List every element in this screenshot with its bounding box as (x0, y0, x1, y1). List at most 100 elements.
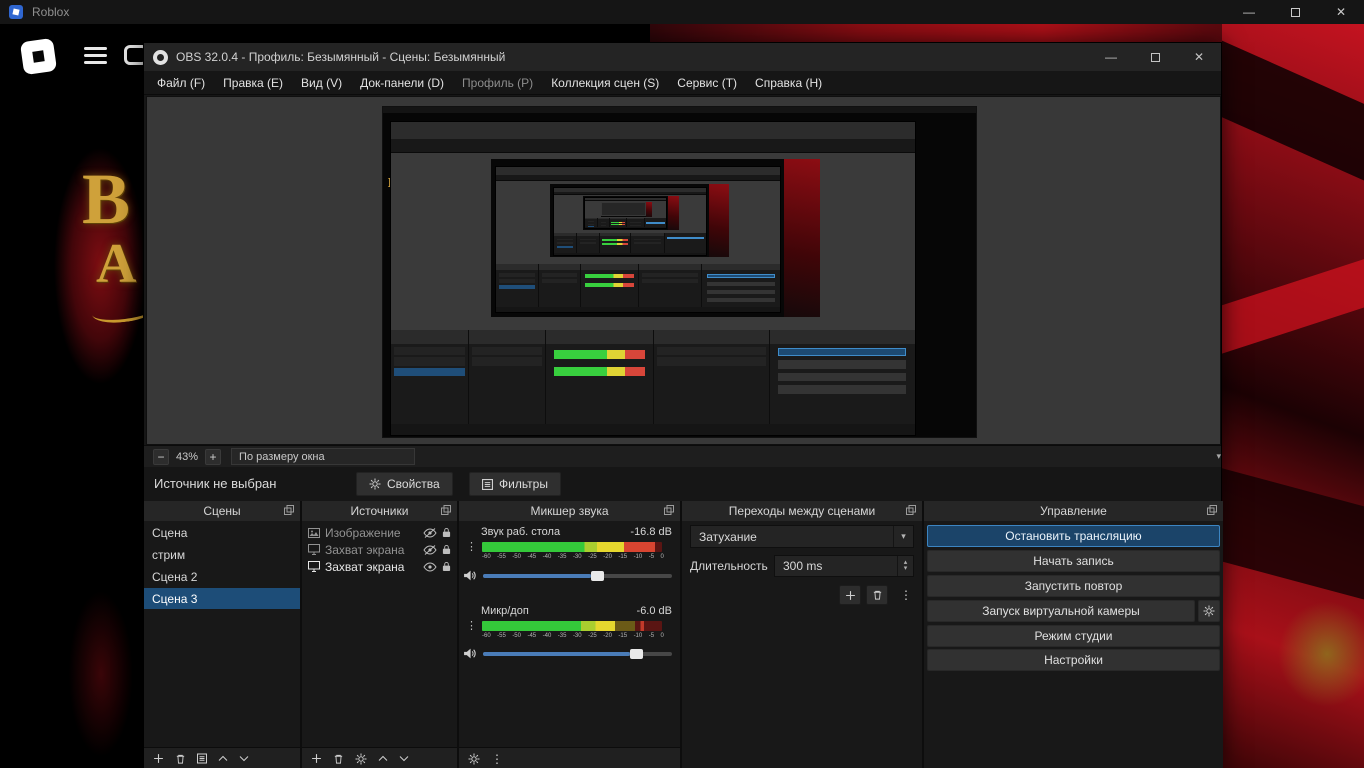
scene-item[interactable]: Сцена 2 (144, 566, 300, 587)
roblox-menu-icon[interactable] (84, 47, 107, 64)
mixer-dock: Микшер звука Звук раб. стола -16.8 dB ⋮ … (459, 501, 680, 768)
transitions-dock-header[interactable]: Переходы между сценами (682, 501, 922, 521)
scenes-dock-header[interactable]: Сцены (144, 501, 300, 521)
controls-dock-header[interactable]: Управление (924, 501, 1223, 521)
obs-minimize-icon[interactable]: — (1089, 43, 1133, 71)
mixer-channel-name: Микр/доп (481, 605, 529, 617)
roblox-titlebar: Roblox — ✕ (0, 0, 1364, 24)
roblox-window-title: Roblox (32, 5, 70, 19)
popout-icon[interactable] (906, 505, 916, 515)
mixer-channel-menu-icon[interactable]: ⋮ (466, 542, 477, 553)
no-source-label: Источник не выбран (154, 476, 277, 491)
mixer-menu-icon[interactable]: ⋮ (491, 752, 503, 766)
scene-filters-icon[interactable] (197, 753, 207, 764)
obs-maximize-icon[interactable] (1133, 43, 1177, 71)
background-gold-letter-a: A (96, 233, 137, 295)
start-replay-buffer-button[interactable]: Запустить повтор (927, 575, 1220, 597)
start-recording-button[interactable]: Начать запись (927, 550, 1220, 572)
transition-menu-icon[interactable]: ⋮ (900, 588, 912, 602)
source-item[interactable]: Захват экрана (302, 558, 457, 575)
popout-icon[interactable] (1207, 505, 1217, 515)
meter-scale: -60 -55 -50 -45 -40 -35 -30 -25 -20 -15 -10 -5 0 (482, 633, 664, 639)
menu-help[interactable]: Справка (H) (746, 71, 831, 95)
spin-down-icon: ▾ (903, 565, 908, 572)
menu-docks[interactable]: Док-панели (D) (351, 71, 453, 95)
gear-icon (1203, 605, 1215, 617)
remove-scene-icon[interactable] (175, 753, 186, 765)
menu-edit[interactable]: Правка (E) (214, 71, 292, 95)
menu-file[interactable]: Файл (F) (148, 71, 214, 95)
studio-mode-button[interactable]: Режим студии (927, 625, 1220, 647)
transition-duration-row: Длительность 300 ms ▴ ▾ (690, 555, 914, 577)
mixer-dock-header[interactable]: Микшер звука (459, 501, 680, 521)
duration-spin-arrows[interactable]: ▴ ▾ (897, 556, 913, 576)
popout-icon[interactable] (284, 505, 294, 515)
duration-spinbox[interactable]: 300 ms ▴ ▾ (774, 555, 914, 577)
menu-view[interactable]: Вид (V) (292, 71, 351, 95)
settings-button[interactable]: Настройки (927, 649, 1220, 671)
roblox-game-background-left (0, 24, 146, 768)
remove-transition-icon[interactable] (866, 585, 888, 605)
transition-select[interactable]: Затухание ▾ (690, 525, 914, 548)
transition-caret-icon[interactable]: ▾ (893, 526, 913, 547)
menu-profile[interactable]: Профиль (P) (453, 71, 542, 95)
mixer-channel-header: Звук раб. стола -16.8 dB (481, 526, 672, 538)
move-scene-down-icon[interactable] (239, 755, 249, 762)
lock-icon[interactable] (442, 561, 451, 572)
zoom-out-button[interactable]: − (153, 448, 169, 465)
add-transition-icon[interactable] (839, 585, 861, 605)
obs-close-icon[interactable]: ✕ (1177, 43, 1221, 71)
mixer-channel-menu-icon[interactable]: ⋮ (466, 621, 477, 632)
source-item[interactable]: Захват экрана (302, 541, 457, 558)
speaker-icon[interactable] (463, 569, 476, 582)
preview-area[interactable]: B A (146, 96, 1221, 445)
move-source-up-icon[interactable] (378, 755, 388, 762)
roblox-maximize-icon[interactable] (1272, 0, 1318, 24)
scene-item[interactable]: стрим (144, 544, 300, 565)
move-source-down-icon[interactable] (399, 755, 409, 762)
menu-scene-collection[interactable]: Коллекция сцен (S) (542, 71, 668, 95)
fit-mode-value: По размеру окна (239, 450, 325, 463)
volume-slider-handle[interactable] (630, 648, 644, 659)
lock-icon[interactable] (442, 527, 451, 538)
eye-off-icon[interactable] (423, 544, 437, 555)
preview-red-background (920, 107, 976, 437)
menu-tools[interactable]: Сервис (T) (668, 71, 746, 95)
remove-source-icon[interactable] (333, 753, 344, 765)
scene-item-selected[interactable]: Сцена 3 (144, 588, 300, 609)
scene-item[interactable]: Сцена (144, 522, 300, 543)
fit-mode-select[interactable]: По размеру окна (231, 448, 416, 465)
move-scene-up-icon[interactable] (218, 755, 228, 762)
fit-mode-caret-icon[interactable]: ▾ (1216, 451, 1221, 462)
popout-icon[interactable] (441, 505, 451, 515)
eye-off-icon[interactable] (423, 527, 437, 538)
popout-icon[interactable] (664, 505, 674, 515)
sources-dock-header[interactable]: Источники (302, 501, 457, 521)
volume-slider[interactable] (483, 570, 672, 581)
obs-app-icon (153, 49, 168, 65)
speaker-icon[interactable] (463, 647, 476, 660)
roblox-close-icon[interactable]: ✕ (1318, 0, 1364, 24)
virtual-camera-settings-button[interactable] (1198, 600, 1220, 622)
roblox-minimize-icon[interactable]: — (1226, 0, 1272, 24)
stop-streaming-button[interactable]: Остановить трансляцию (927, 525, 1220, 547)
roblox-logo-icon[interactable] (19, 37, 58, 76)
zoom-in-button[interactable]: + (205, 448, 222, 465)
volume-slider[interactable] (483, 648, 672, 659)
start-virtual-camera-button[interactable]: Запуск виртуальной камеры (927, 600, 1195, 622)
filters-label: Фильтры (499, 477, 548, 491)
docks-area: Сцены Сцена стрим Сцена 2 Сцена 3 Источн… (144, 501, 1223, 768)
properties-button[interactable]: Свойства (356, 472, 453, 496)
mixer-settings-icon[interactable] (468, 753, 480, 765)
eye-icon[interactable] (423, 561, 437, 572)
obs-window: OBS 32.0.4 - Профиль: Безымянный - Сцены… (143, 42, 1223, 768)
add-source-icon[interactable] (311, 753, 322, 764)
roblox-game-background-right (1222, 24, 1364, 768)
lock-icon[interactable] (442, 544, 451, 555)
filters-button[interactable]: Фильтры (469, 472, 561, 496)
add-scene-icon[interactable] (153, 753, 164, 764)
volume-slider-handle[interactable] (590, 570, 604, 581)
source-properties-icon[interactable] (355, 753, 367, 765)
mixer-toolbar: ⋮ (459, 747, 680, 768)
source-item[interactable]: Изображение (302, 524, 457, 541)
